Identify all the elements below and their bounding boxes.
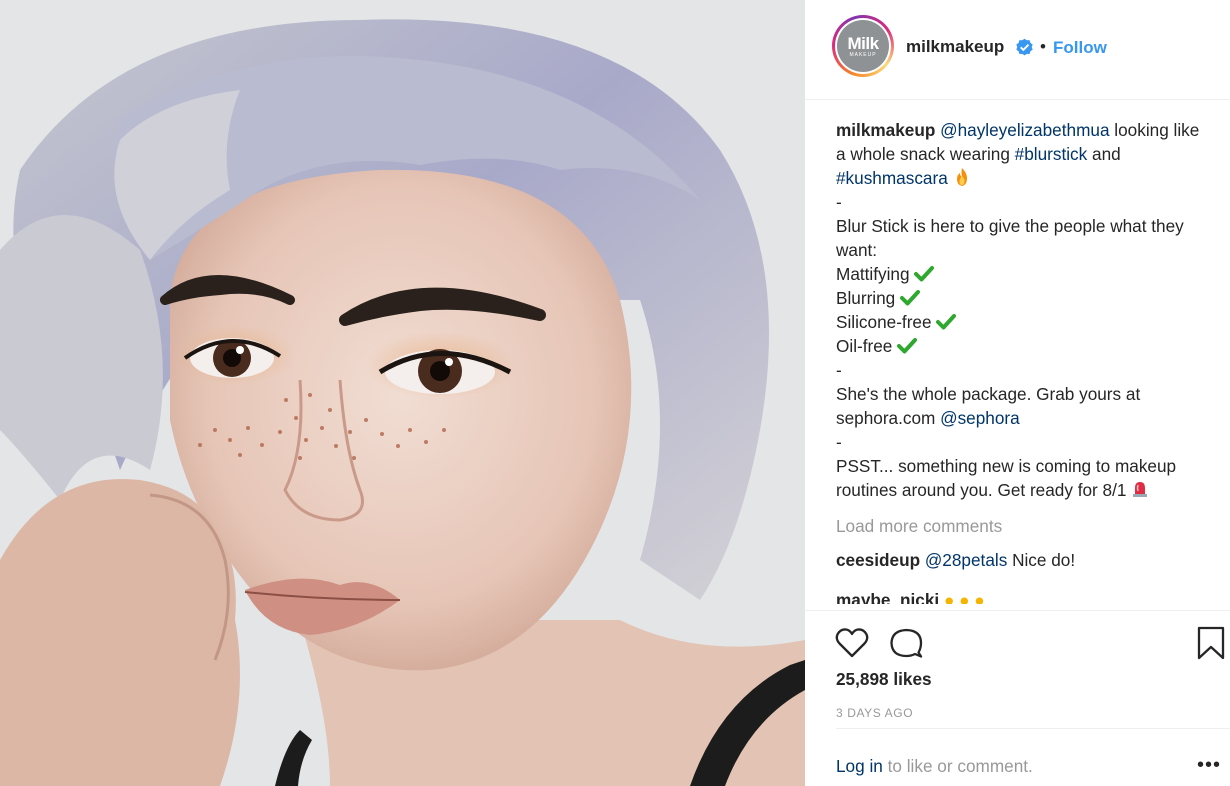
feature-label: Oil-free: [836, 336, 893, 356]
caption-psst-line: PSST... something new is coming to makeu…: [836, 454, 1211, 502]
partial-comment-row: maybe_nicki ● ● ●: [836, 588, 985, 604]
feature-item: Mattifying: [836, 262, 1211, 286]
avatar[interactable]: Milk MAKEUP: [832, 15, 894, 77]
comment-username[interactable]: ceesideup: [836, 550, 920, 570]
caption-package-line: She's the whole package. Grab yours at s…: [836, 382, 1211, 430]
hashtag-blurstick-link[interactable]: #blurstick: [1015, 144, 1088, 164]
more-options-icon[interactable]: •••: [1197, 755, 1221, 775]
bookmark-icon[interactable]: [1193, 625, 1229, 661]
post-side-panel: Milk MAKEUP milkmakeup • Follow milkmake…: [805, 0, 1230, 786]
caption-intro-line: Blur Stick is here to give the people wh…: [836, 216, 1184, 260]
emoji-faces: ● ● ●: [943, 590, 985, 604]
avatar-frame: Milk MAKEUP: [835, 18, 891, 74]
post-actions: [805, 611, 1230, 671]
feature-label: Silicone-free: [836, 312, 932, 332]
caption-username[interactable]: milkmakeup: [836, 120, 935, 140]
load-more-comments-button[interactable]: Load more comments: [836, 514, 1211, 538]
caption-psst-text: PSST... something new is coming to makeu…: [836, 456, 1177, 500]
checkmark-emoji: [914, 266, 935, 282]
comment-icon[interactable]: [888, 625, 924, 661]
partial-comment-item: maybe_nicki ● ● ●: [836, 574, 1211, 604]
caption-text-2: and: [1087, 144, 1121, 164]
post-photo[interactable]: [0, 0, 805, 786]
caption-dash-1: -: [836, 192, 842, 212]
follow-button[interactable]: Follow: [1053, 38, 1107, 58]
login-prompt: Log in to like or comment.: [836, 756, 1033, 777]
likes-count[interactable]: 25,898 likes: [836, 669, 932, 690]
heart-icon[interactable]: [834, 625, 870, 661]
header-username[interactable]: milkmakeup: [906, 37, 1004, 57]
hashtag-kushmascara-link[interactable]: #kushmascara: [836, 168, 948, 188]
avatar-logo: Milk MAKEUP: [837, 20, 889, 72]
comment-mention-link[interactable]: @28petals: [925, 550, 1007, 570]
sephora-mention-link[interactable]: @sephora: [940, 408, 1020, 428]
checkmark-emoji: [900, 290, 921, 306]
checkmark-emoji: [897, 338, 918, 354]
verified-icon: [1016, 38, 1033, 56]
avatar-logo-text: Milk: [847, 33, 879, 53]
header-separator: •: [1040, 37, 1046, 56]
feature-label: Blurring: [836, 288, 896, 308]
feature-label: Mattifying: [836, 264, 910, 284]
checkmark-emoji: [936, 314, 957, 330]
post-timestamp[interactable]: 3 DAYS AGO: [836, 706, 913, 720]
feature-item: Silicone-free: [836, 310, 1211, 334]
feature-item: Oil-free: [836, 334, 1211, 358]
comment-text: Nice do!: [1007, 550, 1076, 570]
divider: [836, 728, 1230, 729]
partial-comment-username[interactable]: maybe_nicki: [836, 590, 939, 604]
feature-item: Blurring: [836, 286, 1211, 310]
caption-mention-link[interactable]: @hayleyelizabethmua: [940, 120, 1109, 140]
avatar-logo-subtext: MAKEUP: [849, 51, 877, 58]
portrait-image: [0, 0, 805, 786]
fire-emoji: [956, 168, 967, 186]
caption-dash-3: -: [836, 432, 842, 452]
post-header: Milk MAKEUP milkmakeup • Follow: [805, 0, 1230, 100]
post-caption: milkmakeup @hayleyelizabethmua looking l…: [836, 118, 1211, 502]
siren-emoji: [1133, 482, 1148, 497]
caption-dash-2: -: [836, 360, 842, 380]
login-link[interactable]: Log in: [836, 756, 883, 776]
comments-list[interactable]: milkmakeup @hayleyelizabethmua looking l…: [836, 118, 1211, 610]
comment-item: ceesideup @28petals Nice do!: [836, 548, 1211, 572]
login-prompt-text: to like or comment.: [882, 756, 1033, 776]
